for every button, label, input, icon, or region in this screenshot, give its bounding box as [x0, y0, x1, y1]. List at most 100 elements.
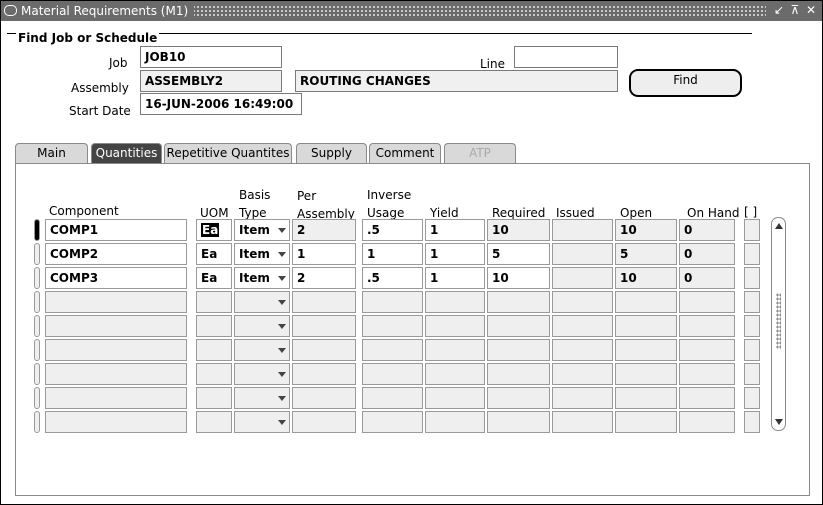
flexfield-cell[interactable] — [744, 363, 760, 385]
tab-comment[interactable]: Comment — [369, 143, 441, 163]
component-cell[interactable]: COMP3 — [45, 267, 187, 289]
job-field[interactable]: JOB10 — [140, 46, 282, 68]
component-cell[interactable] — [45, 291, 187, 313]
title-bar[interactable]: Material Requirements (M1) ↙ ⊼ ✕ — [1, 1, 822, 21]
issued-cell[interactable] — [552, 411, 613, 433]
inverse-usage-cell[interactable] — [362, 291, 423, 313]
assembly-description-field[interactable]: ROUTING CHANGES — [295, 70, 618, 92]
row-indicator[interactable] — [34, 339, 40, 361]
flexfield-cell[interactable] — [744, 219, 760, 241]
basis-type-select[interactable] — [234, 411, 290, 433]
open-cell[interactable]: 5 — [615, 243, 677, 265]
basis-type-select[interactable] — [234, 339, 290, 361]
issued-cell[interactable] — [552, 387, 613, 409]
issued-cell[interactable] — [552, 267, 613, 289]
basis-type-select[interactable] — [234, 363, 290, 385]
uom-cell[interactable]: Ea — [196, 267, 232, 289]
yield-cell[interactable] — [425, 387, 485, 409]
open-cell[interactable] — [615, 339, 677, 361]
required-cell[interactable]: 10 — [487, 219, 550, 241]
inverse-usage-cell[interactable]: .5 — [362, 267, 423, 289]
find-button[interactable]: Find — [629, 69, 742, 97]
required-cell[interactable] — [487, 387, 550, 409]
on-hand-cell[interactable]: 0 — [679, 219, 735, 241]
component-cell[interactable]: COMP2 — [45, 243, 187, 265]
row-indicator[interactable] — [34, 291, 40, 313]
row-indicator[interactable] — [34, 267, 40, 289]
uom-cell[interactable] — [196, 411, 232, 433]
on-hand-cell[interactable]: 0 — [679, 267, 735, 289]
row-indicator[interactable] — [34, 243, 40, 265]
on-hand-cell[interactable] — [679, 387, 735, 409]
open-cell[interactable] — [615, 315, 677, 337]
issued-cell[interactable] — [552, 291, 613, 313]
required-cell[interactable]: 10 — [487, 267, 550, 289]
basis-type-select[interactable] — [234, 291, 290, 313]
on-hand-cell[interactable] — [679, 339, 735, 361]
per-assembly-cell[interactable]: 1 — [292, 243, 356, 265]
yield-cell[interactable]: 1 — [425, 267, 485, 289]
tab-supply[interactable]: Supply — [296, 143, 367, 163]
basis-type-select[interactable] — [234, 387, 290, 409]
basis-type-select[interactable]: Item — [234, 267, 290, 289]
per-assembly-cell[interactable] — [292, 387, 356, 409]
row-indicator[interactable] — [34, 219, 40, 241]
flexfield-cell[interactable] — [744, 339, 760, 361]
issued-cell[interactable] — [552, 219, 613, 241]
required-cell[interactable] — [487, 339, 550, 361]
open-cell[interactable] — [615, 387, 677, 409]
on-hand-cell[interactable] — [679, 411, 735, 433]
minimize-icon[interactable]: ↙ — [773, 4, 785, 17]
inverse-usage-cell[interactable] — [362, 387, 423, 409]
scroll-thumb[interactable] — [776, 293, 781, 349]
required-cell[interactable] — [487, 291, 550, 313]
inverse-usage-cell[interactable] — [362, 363, 423, 385]
inverse-usage-cell[interactable]: 1 — [362, 243, 423, 265]
scroll-up-icon[interactable] — [775, 223, 783, 229]
tab-quantities[interactable]: Quantities — [91, 143, 162, 163]
component-cell[interactable] — [45, 315, 187, 337]
issued-cell[interactable] — [552, 339, 613, 361]
per-assembly-cell[interactable]: 2 — [292, 267, 356, 289]
flexfield-cell[interactable] — [744, 243, 760, 265]
open-cell[interactable] — [615, 291, 677, 313]
basis-type-select[interactable]: Item — [234, 243, 290, 265]
per-assembly-cell[interactable] — [292, 411, 356, 433]
vertical-scrollbar[interactable] — [771, 217, 786, 431]
maximize-icon[interactable]: ⊼ — [789, 4, 801, 17]
on-hand-cell[interactable]: 0 — [679, 243, 735, 265]
on-hand-cell[interactable] — [679, 315, 735, 337]
required-cell[interactable] — [487, 411, 550, 433]
per-assembly-cell[interactable] — [292, 315, 356, 337]
component-cell[interactable] — [45, 387, 187, 409]
scroll-down-icon[interactable] — [775, 419, 783, 425]
flexfield-cell[interactable] — [744, 315, 760, 337]
on-hand-cell[interactable] — [679, 291, 735, 313]
tab-main[interactable]: Main — [15, 143, 88, 163]
open-cell[interactable] — [615, 411, 677, 433]
issued-cell[interactable] — [552, 243, 613, 265]
inverse-usage-cell[interactable] — [362, 315, 423, 337]
per-assembly-cell[interactable] — [292, 363, 356, 385]
open-cell[interactable] — [615, 363, 677, 385]
assembly-field[interactable]: ASSEMBLY2 — [140, 70, 282, 92]
required-cell[interactable] — [487, 315, 550, 337]
open-cell[interactable]: 10 — [615, 267, 677, 289]
yield-cell[interactable] — [425, 411, 485, 433]
yield-cell[interactable] — [425, 339, 485, 361]
component-cell[interactable]: COMP1 — [45, 219, 187, 241]
tab-repetitive-quantites[interactable]: Repetitive Quantites — [164, 143, 292, 163]
uom-cell[interactable] — [196, 387, 232, 409]
open-cell[interactable]: 10 — [615, 219, 677, 241]
per-assembly-cell[interactable] — [292, 291, 356, 313]
inverse-usage-cell[interactable] — [362, 339, 423, 361]
uom-cell[interactable] — [196, 291, 232, 313]
inverse-usage-cell[interactable]: .5 — [362, 219, 423, 241]
uom-cell[interactable]: Ea — [196, 243, 232, 265]
flexfield-cell[interactable] — [744, 267, 760, 289]
flexfield-cell[interactable] — [744, 291, 760, 313]
row-indicator[interactable] — [34, 387, 40, 409]
required-cell[interactable] — [487, 363, 550, 385]
line-field[interactable] — [514, 46, 618, 68]
uom-cell[interactable] — [196, 363, 232, 385]
